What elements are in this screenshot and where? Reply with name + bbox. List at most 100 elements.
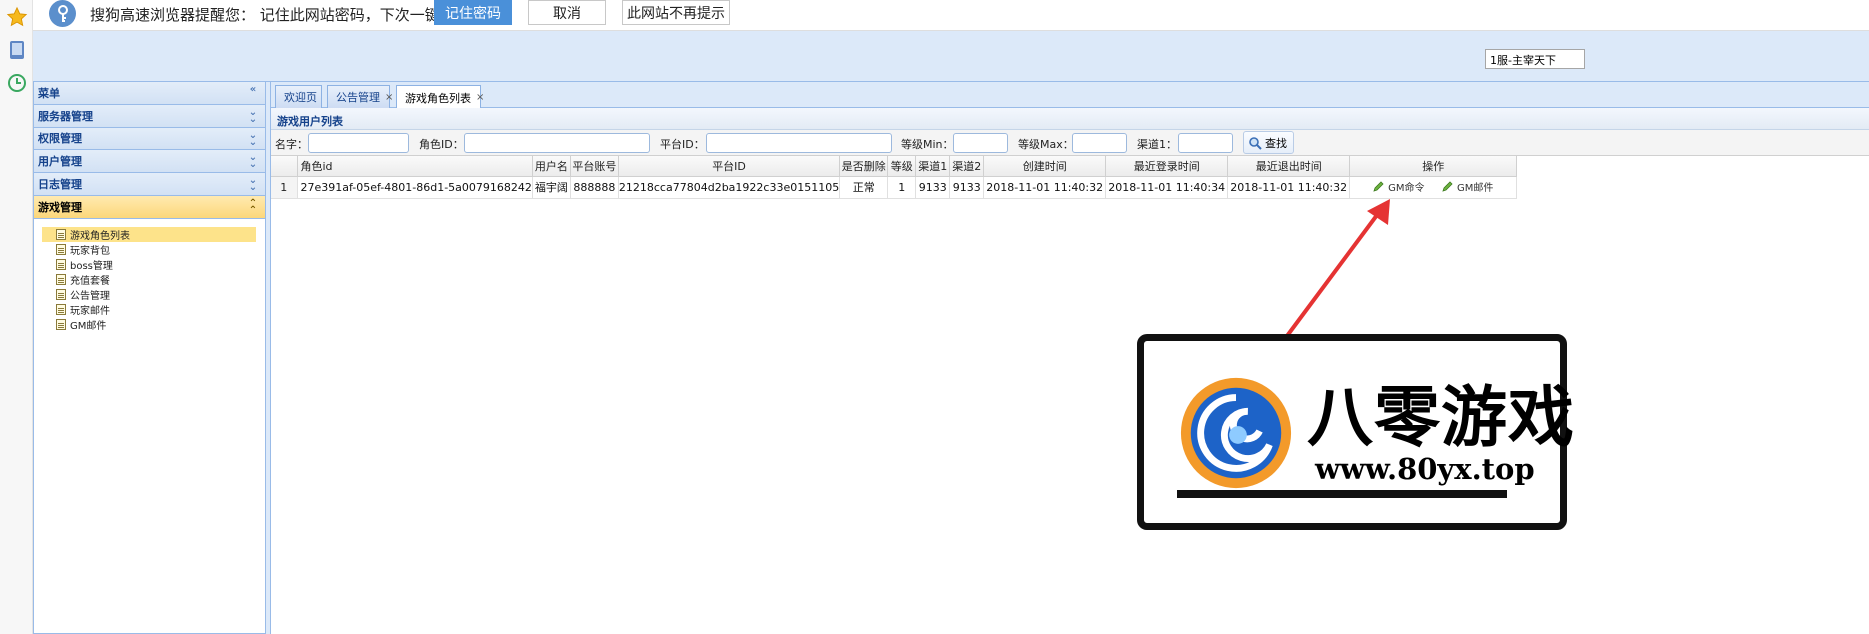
menu-item-label: 公告管理: [70, 290, 110, 302]
watermark: 八零游戏 www.80yx.top: [1137, 334, 1574, 530]
document-icon: [56, 318, 66, 330]
row-number: 1: [271, 176, 298, 199]
close-icon[interactable]: ×: [385, 92, 393, 103]
tab-announcement[interactable]: 公告管理 ×: [327, 85, 393, 108]
pencil-icon: [1442, 181, 1453, 192]
menu-item-player-mail[interactable]: 玩家邮件: [42, 302, 256, 317]
pencil-icon: [1373, 181, 1384, 192]
cell-level: 1: [887, 176, 917, 199]
gm-mail-link[interactable]: GM邮件: [1442, 179, 1493, 194]
chevron-down-icon: ⌄ ⌄: [248, 106, 258, 125]
menu-item-player-bag[interactable]: 玩家背包: [42, 242, 256, 257]
search-label: 查找: [1265, 136, 1287, 150]
close-icon[interactable]: ×: [476, 92, 484, 103]
menu-item-label: 游戏角色列表: [70, 230, 130, 242]
watermark-underline: [1177, 490, 1507, 498]
column-header[interactable]: 最近退出时间: [1227, 156, 1351, 177]
gm-command-link[interactable]: GM命令: [1373, 179, 1424, 194]
section-game-management[interactable]: 游戏管理 ⌃ ⌃: [34, 195, 265, 219]
column-header[interactable]: 创建时间: [983, 156, 1107, 177]
clock-icon[interactable]: [5, 71, 29, 95]
menu-item-label: 玩家邮件: [70, 305, 110, 317]
menu-item-announcement[interactable]: 公告管理: [42, 287, 256, 302]
never-prompt-button[interactable]: 此网站不再提示: [622, 0, 730, 25]
cell-username: 福宇阔: [532, 176, 571, 199]
chevron-up-icon: ⌃ ⌃: [248, 197, 258, 216]
column-header[interactable]: 最近登录时间: [1105, 156, 1229, 177]
role-table: 角色id 用户名 平台账号 平台ID 是否删除 等级 渠道1 渠道2 创建时间 …: [271, 156, 1518, 199]
cell-role-id: 27e391af-05ef-4801-86d1-5a0079168242: [297, 176, 533, 199]
tab-label: 游戏角色列表: [405, 91, 471, 105]
cell-created: 2018-11-01 11:40:32: [983, 176, 1107, 199]
role-id-input[interactable]: [464, 133, 650, 153]
search-icon: [1249, 136, 1262, 150]
table-header-row: 角色id 用户名 平台账号 平台ID 是否删除 等级 渠道1 渠道2 创建时间 …: [271, 156, 1518, 177]
section-label: 服务器管理: [38, 109, 93, 123]
section-user-management[interactable]: 用户管理 ⌄ ⌄: [34, 150, 265, 173]
remember-password-button[interactable]: 记住密码: [434, 0, 512, 25]
platform-id-label: 平台ID：: [660, 138, 705, 151]
grid-title: 游戏用户列表: [271, 108, 1869, 130]
section-server-management[interactable]: 服务器管理 ⌄ ⌄: [34, 104, 265, 128]
tab-role-list[interactable]: 游戏角色列表 ×: [396, 85, 484, 109]
cancel-button[interactable]: 取消: [528, 0, 606, 25]
section-label: 游戏管理: [38, 200, 82, 214]
tab-label: 欢迎页: [284, 91, 317, 104]
column-header[interactable]: 平台ID: [618, 156, 841, 177]
level-min-input[interactable]: [953, 133, 1008, 153]
document-icon: [56, 243, 66, 255]
server-select[interactable]: 1服-主宰天下: [1485, 49, 1585, 69]
column-header[interactable]: 操作: [1349, 156, 1518, 177]
level-max-input[interactable]: [1072, 133, 1127, 153]
column-header[interactable]: 渠道1: [915, 156, 951, 177]
annotation-arrow: [1282, 199, 1390, 342]
column-header-rownum: [271, 156, 298, 177]
watermark-url: www.80yx.top: [1315, 452, 1535, 486]
document-icon: [56, 273, 66, 285]
menu-item-role-list[interactable]: 游戏角色列表: [42, 226, 256, 242]
menu-item-gm-mail[interactable]: GM邮件: [42, 317, 256, 332]
section-permission-management[interactable]: 权限管理 ⌄ ⌄: [34, 127, 265, 151]
tab-label: 公告管理: [336, 91, 380, 104]
gm-command-label: GM命令: [1388, 182, 1425, 194]
filter-toolbar: 名字： 角色ID： 平台ID： 等级Min： 等级Max： 渠道1： 查找: [271, 130, 1869, 156]
key-icon: [49, 0, 76, 27]
watermark-text: 八零游戏: [1307, 378, 1575, 456]
menu-panel: 菜单 « 服务器管理 ⌄ ⌄ 权限管理 ⌄ ⌄ 用户管理 ⌄ ⌄ 日志管理 ⌄ ⌄ 游戏…: [33, 82, 266, 634]
column-header[interactable]: 等级: [887, 156, 917, 177]
table-row[interactable]: 1 27e391af-05ef-4801-86d1-5a0079168242 福…: [271, 176, 1518, 199]
search-button[interactable]: 查找: [1243, 131, 1294, 154]
menu-item-label: 充值套餐: [70, 275, 110, 287]
column-header[interactable]: 是否删除: [839, 156, 889, 177]
star-icon[interactable]: [5, 5, 29, 29]
column-header[interactable]: 角色id: [297, 156, 533, 177]
watermark-logo: [1180, 377, 1292, 489]
level-min-label: 等级Min：: [901, 138, 954, 151]
level-max-label: 等级Max：: [1018, 138, 1074, 151]
column-header[interactable]: 用户名: [532, 156, 571, 177]
platform-id-input[interactable]: [706, 133, 892, 153]
cell-last-logout: 2018-11-01 11:40:32: [1227, 176, 1351, 199]
cell-account: 888888: [570, 176, 619, 199]
password-save-prompt: 搜狗高速浏览器提醒您： 记住此网站密码，下次一键登录！ 记住密码 取消 此网站不…: [33, 0, 1869, 31]
section-log-management[interactable]: 日志管理 ⌄ ⌄: [34, 173, 265, 196]
name-input[interactable]: [308, 133, 409, 153]
section-label: 权限管理: [38, 132, 82, 146]
app-header: 1服-主宰天下: [33, 31, 1869, 82]
menu-item-label: 玩家背包: [70, 245, 110, 257]
menu-item-recharge[interactable]: 充值套餐: [42, 272, 256, 287]
tab-welcome[interactable]: 欢迎页: [275, 85, 322, 108]
section-label: 日志管理: [38, 177, 82, 191]
chevron-down-icon: ⌄ ⌄: [248, 152, 258, 171]
tablet-icon[interactable]: [5, 38, 29, 62]
column-header[interactable]: 平台账号: [570, 156, 619, 177]
channel-input[interactable]: [1178, 133, 1233, 153]
menu-title: 菜单: [38, 86, 60, 100]
menu-item-label: boss管理: [70, 260, 113, 272]
collapse-left-icon[interactable]: «: [247, 85, 259, 100]
column-header[interactable]: 渠道2: [949, 156, 985, 177]
document-icon: [56, 303, 66, 315]
menu-item-boss[interactable]: boss管理: [42, 257, 256, 272]
main-panel: 欢迎页 公告管理 × 游戏角色列表 × 游戏用户列表 名字： 角色ID： 平台ID：…: [270, 82, 1869, 634]
cell-channel1: 9133: [915, 176, 951, 199]
